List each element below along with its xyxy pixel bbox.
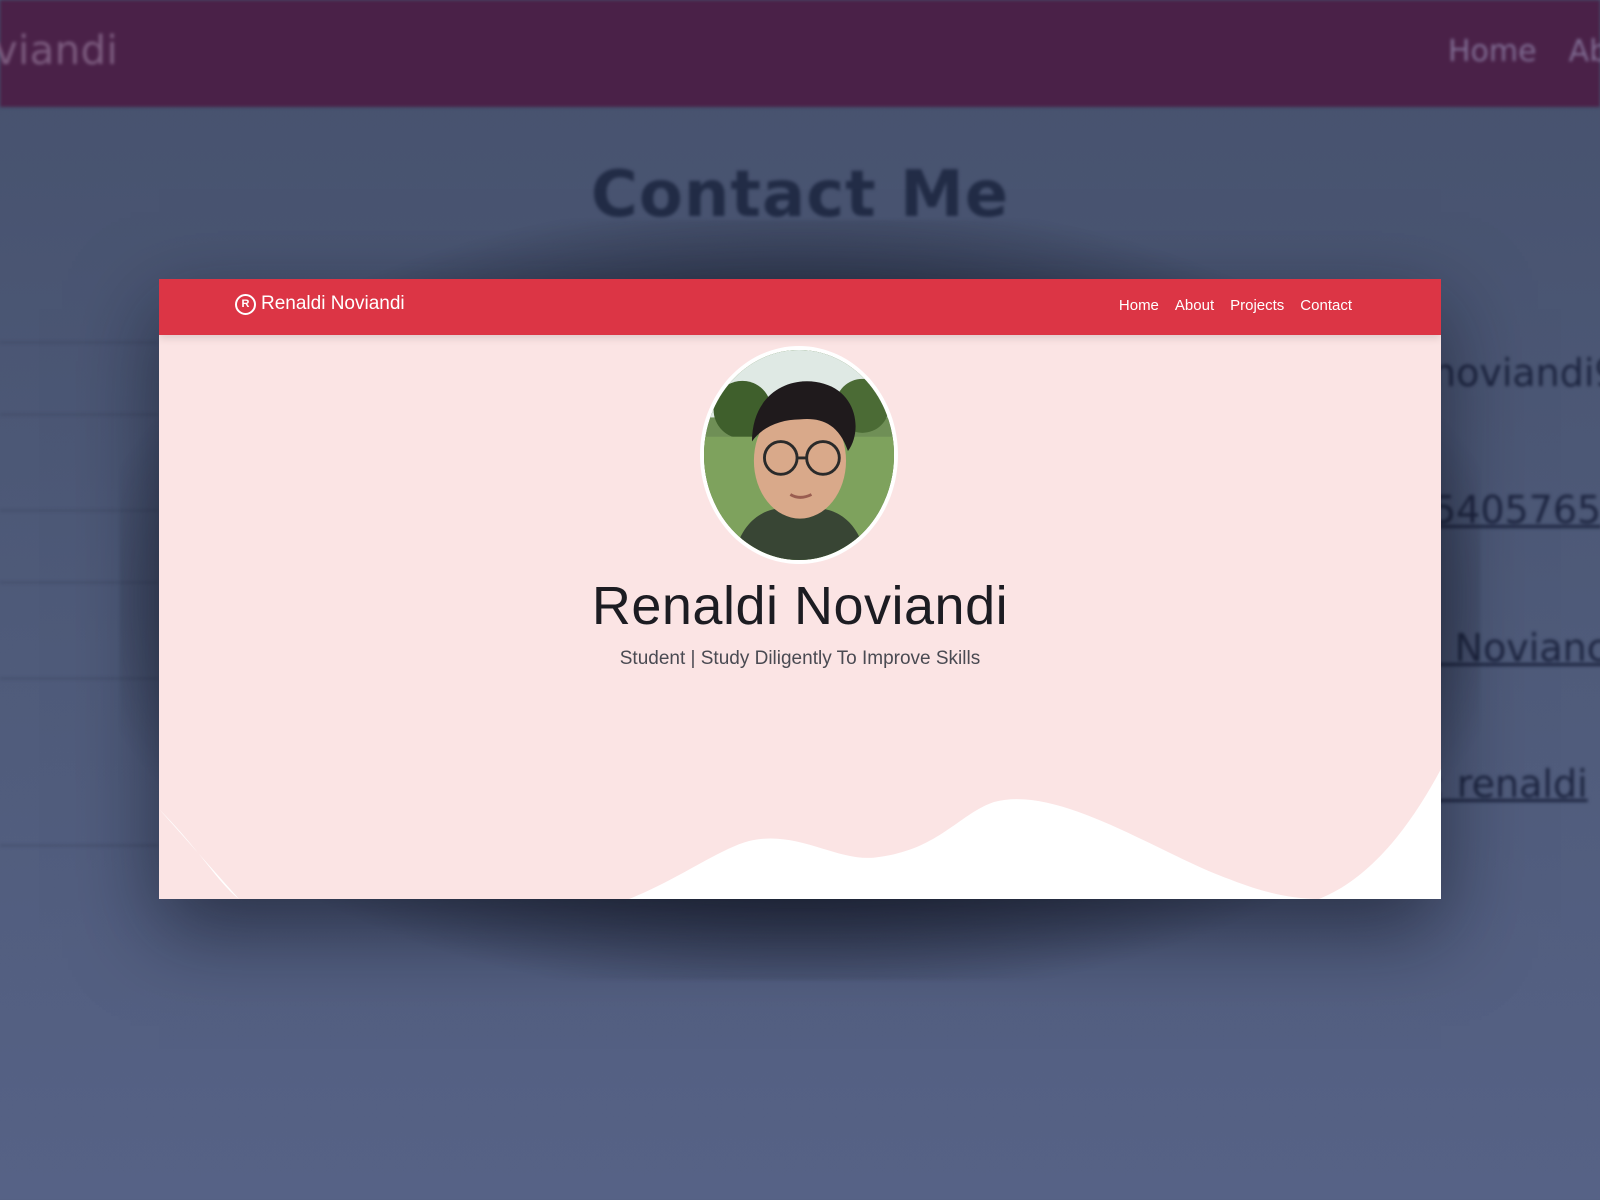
r-circle-icon: R xyxy=(235,293,256,315)
background-brand: viandi xyxy=(0,28,119,74)
nav-links: Home About Projects Contact xyxy=(1119,297,1352,314)
background-nav-about[interactable]: Ab xyxy=(1569,34,1600,69)
website-preview-card: R Renaldi Noviandi Home About Projects C… xyxy=(159,279,1441,899)
navbar-brand[interactable]: R Renaldi Noviandi xyxy=(235,293,405,315)
background-nav-home[interactable]: Home xyxy=(1448,34,1537,69)
nav-about[interactable]: About xyxy=(1175,297,1214,314)
profile-photo-graphic xyxy=(704,350,894,560)
background-navbar: viandi Home Ab xyxy=(0,0,1600,107)
hero-subtitle: Student | Study Diligently To Improve Sk… xyxy=(619,648,981,669)
navbar: R Renaldi Noviandi Home About Projects C… xyxy=(159,279,1441,335)
nav-contact[interactable]: Contact xyxy=(1300,297,1352,314)
nav-projects[interactable]: Projects xyxy=(1230,297,1284,314)
hero-wave-divider xyxy=(159,769,1441,899)
brand-name: Renaldi Noviandi xyxy=(261,293,405,314)
nav-home[interactable]: Home xyxy=(1119,297,1159,314)
background-nav-links: Home Ab xyxy=(1448,34,1600,69)
profile-photo xyxy=(700,346,898,564)
hero-name: Renaldi Noviandi xyxy=(591,576,1009,636)
